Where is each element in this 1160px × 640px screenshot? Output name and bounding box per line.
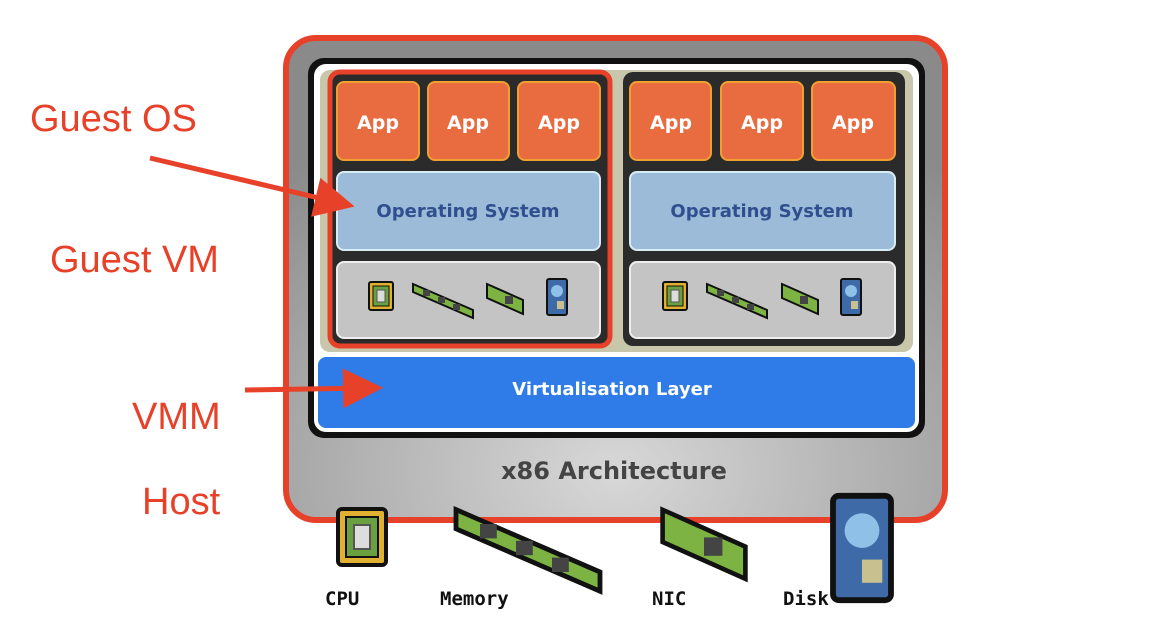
app-label: App [447, 112, 489, 134]
cpu-icon [368, 281, 394, 311]
app-label: App [650, 112, 692, 134]
app-box: App [720, 81, 804, 161]
cpu-icon [336, 507, 388, 567]
guest-vm-1: App App App Operating System [327, 69, 613, 349]
os-box: Operating System [336, 171, 601, 251]
virtualisation-layer-label: Virtualisation Layer [512, 379, 712, 400]
virtualization-diagram: Virtualisation Layer App App App Operati… [30, 35, 948, 610]
cpu-icon [662, 281, 688, 311]
os-label: Operating System [670, 201, 853, 222]
app-box: App [811, 81, 896, 161]
architecture-label: x86 Architecture [501, 457, 727, 485]
virtual-hardware [336, 261, 601, 339]
disk-label: Disk [783, 588, 829, 610]
guest-vm-2: App App App Operating System [623, 72, 905, 346]
app-label: App [741, 112, 783, 134]
cpu-label: CPU [325, 588, 359, 610]
app-label: App [357, 112, 399, 134]
virtualisation-layer: Virtualisation Layer [318, 357, 915, 428]
os-box: Operating System [629, 171, 896, 251]
host-label: Host [142, 481, 221, 523]
app-label: App [832, 112, 874, 134]
app-label: App [538, 112, 580, 134]
disk-icon [840, 278, 862, 316]
disk-icon [833, 496, 891, 600]
guest-os-label: Guest OS [30, 98, 197, 140]
app-box: App [517, 81, 601, 161]
app-box: App [336, 81, 420, 161]
os-label: Operating System [376, 201, 559, 222]
memory-label: Memory [440, 588, 509, 610]
app-box: App [629, 81, 712, 161]
virtual-hardware [629, 261, 896, 339]
vmm-arrow [244, 368, 383, 409]
guest-vm-label: Guest VM [50, 239, 219, 281]
vmm-label: VMM [132, 396, 221, 438]
app-box: App [427, 81, 510, 161]
nic-label: NIC [652, 588, 686, 610]
disk-icon [546, 278, 568, 316]
